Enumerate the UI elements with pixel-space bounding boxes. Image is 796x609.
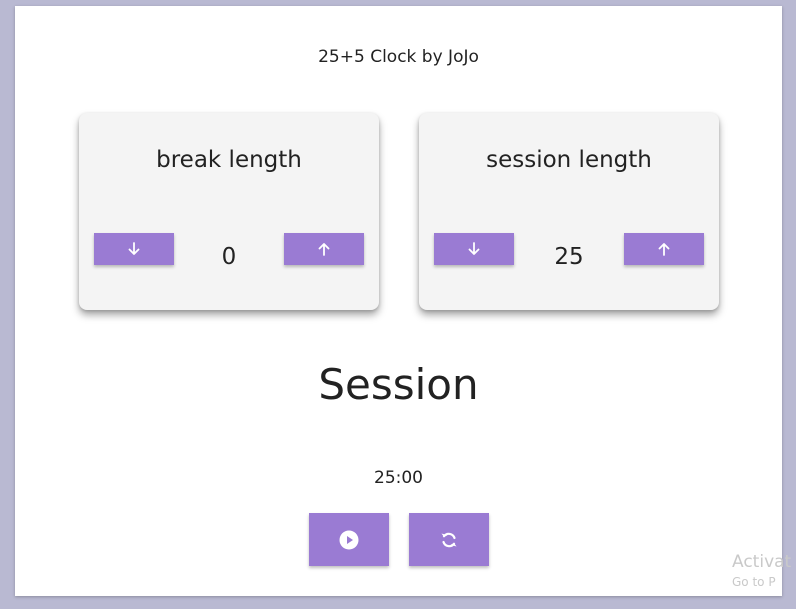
reset-button[interactable] — [409, 513, 489, 566]
app-title: 25+5 Clock by JoJo — [318, 47, 479, 67]
timer-label: Session — [318, 360, 479, 409]
arrow-down-icon — [128, 242, 140, 255]
arrow-up-icon — [318, 243, 330, 256]
start-stop-button[interactable] — [309, 513, 389, 566]
session-decrement-button[interactable] — [434, 233, 514, 265]
break-length-value: 0 — [221, 244, 237, 270]
refresh-icon — [441, 532, 457, 547]
arrow-down-icon — [468, 242, 480, 255]
session-length-card: session length 25 — [419, 113, 719, 310]
arrow-up-icon — [658, 243, 670, 256]
watermark-line-2: Go to P — [732, 575, 776, 589]
watermark-line-1: Activat — [732, 552, 792, 572]
break-length-card: break length 0 — [79, 113, 379, 310]
play-circle-icon — [339, 530, 359, 549]
break-increment-button[interactable] — [284, 233, 364, 265]
time-left: 25:00 — [374, 468, 423, 488]
break-decrement-button[interactable] — [94, 233, 174, 265]
session-length-value: 25 — [554, 244, 584, 270]
windows-activation-watermark: Activat Go to P — [732, 552, 791, 589]
break-length-title: break length — [156, 147, 302, 173]
session-increment-button[interactable] — [624, 233, 704, 265]
clock-app: 25+5 Clock by JoJo break length 0 sessio… — [15, 6, 782, 596]
session-length-title: session length — [486, 147, 652, 173]
